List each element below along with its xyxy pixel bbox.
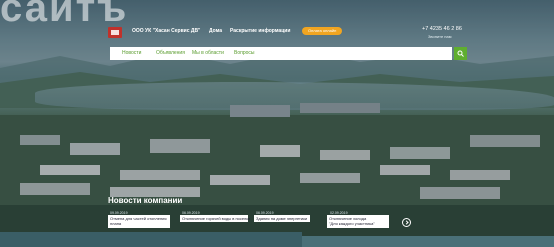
news-card[interactable]: Отмена для частей отопления плана: [108, 215, 170, 228]
search-button[interactable]: [454, 47, 467, 60]
company-logo-icon[interactable]: [108, 27, 122, 38]
site-header: ООО УК "Хасан Сервис ДВ" Дома Раскрытие …: [104, 24, 474, 46]
header-link-disclosure[interactable]: Раскрытие информации: [230, 28, 290, 34]
nav-item-announcements[interactable]: Объявления: [156, 50, 185, 56]
news-card[interactable]: Здания на доме энергетики: [254, 215, 310, 222]
phone-note: Звоните нам: [428, 34, 452, 39]
news-next-arrow-icon[interactable]: [402, 218, 411, 227]
footer-bar-secondary: [302, 236, 554, 247]
news-card-text: Отключение горячей воды в поселке: [182, 215, 251, 221]
search-icon: [457, 50, 464, 57]
news-card[interactable]: Отключение холода "Для каждого участника…: [327, 215, 389, 228]
phone-number[interactable]: +7 4235 46 2 86: [422, 26, 462, 32]
company-name[interactable]: ООО УК "Хасан Сервис ДВ": [132, 28, 200, 34]
pay-online-button[interactable]: Оплата онлайн: [302, 27, 343, 35]
nav-item-questions[interactable]: Вопросы: [234, 50, 254, 56]
news-card[interactable]: Отключение горячей воды в поселке: [180, 215, 251, 222]
nav-item-news[interactable]: Новости: [122, 50, 141, 56]
news-card-text: Здания на доме энергетики: [256, 215, 308, 221]
header-link-homes[interactable]: Дома: [209, 28, 222, 34]
footer-bar: [0, 232, 302, 247]
nav-item-region[interactable]: Мы в области: [192, 50, 224, 56]
news-card-text: Отключение холода "Для каждого участника…: [329, 216, 375, 226]
news-card-text: Отмена для частей отопления плана: [110, 216, 167, 226]
main-nav: Новости Объявления Мы в области Вопросы: [110, 47, 452, 60]
news-section-title: Новости компании: [108, 196, 183, 205]
